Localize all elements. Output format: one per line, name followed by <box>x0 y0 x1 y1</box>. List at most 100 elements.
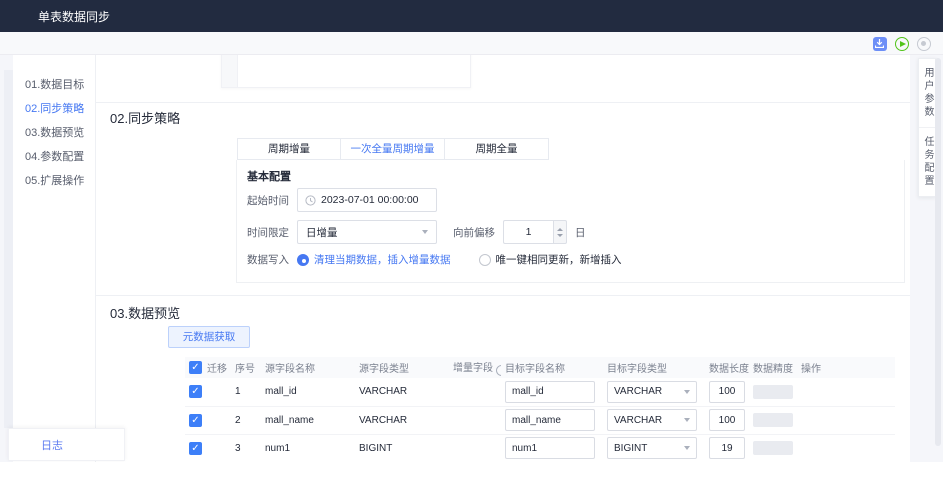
row-checkbox[interactable]: ✓ <box>189 414 202 427</box>
header-src-type: 源字段类型 <box>355 357 449 378</box>
cell-inc-field <box>449 406 501 434</box>
preview-section-heading: 03.数据预览 <box>110 303 180 322</box>
offset-unit: 日 <box>575 225 586 240</box>
page-title: 单表数据同步 <box>38 8 110 25</box>
right-panel-tabs: 用户参数 任务配置 <box>918 58 936 197</box>
save-icon[interactable] <box>872 36 887 51</box>
cell-src-type: VARCHAR <box>355 378 449 406</box>
header-length: 数据长度 <box>705 357 749 378</box>
cell-src-type: BIGINT <box>355 434 449 462</box>
header-dst-name: 目标字段名称 <box>501 357 603 378</box>
collapsed-panel-strip[interactable] <box>4 70 13 428</box>
stepper-down-icon[interactable] <box>557 234 563 237</box>
tab-task-config[interactable]: 任务配置 <box>919 127 935 196</box>
divider <box>96 102 910 103</box>
dst-type-select[interactable]: VARCHAR <box>607 409 697 431</box>
table-row: ✓ 1 mall_id VARCHAR VARCHAR <box>185 378 895 406</box>
write-mode-label: 数据写入 <box>243 252 289 267</box>
clock-icon <box>305 195 316 206</box>
header-action: 操作 <box>797 357 895 378</box>
stop-icon <box>916 36 931 51</box>
sidebar-item-param-config[interactable]: 04.参数配置 <box>25 145 95 169</box>
length-input[interactable] <box>709 381 745 403</box>
dst-name-input[interactable] <box>505 409 595 431</box>
header-precision: 数据精度 <box>749 357 797 378</box>
cell-action <box>797 406 895 434</box>
sidebar-item-sync-strategy[interactable]: 02.同步策略 <box>25 97 95 121</box>
title-bar: 单表数据同步 <box>0 0 943 32</box>
log-tab-label: 日志 <box>41 437 63 453</box>
chevron-down-icon <box>684 418 690 422</box>
start-time-value: 2023-07-01 00:00:00 <box>321 194 419 206</box>
cell-no: 3 <box>231 434 261 462</box>
scrolled-editor-box[interactable] <box>221 55 471 88</box>
select-all-checkbox[interactable]: ✓ <box>189 361 202 374</box>
info-icon[interactable]: i <box>496 365 501 376</box>
basic-config-panel: 基本配置 起始时间 2023-07-01 00:00:00 时间限定 日增量 向… <box>236 160 905 283</box>
table-row: ✓ 2 mall_name VARCHAR VARCHAR <box>185 406 895 434</box>
sync-mode-tabs: 周期增量 一次全量周期增量 周期全量 <box>237 138 549 160</box>
log-tab[interactable]: 日志 <box>8 428 125 461</box>
step-sidebar: 01.数据目标 02.同步策略 03.数据预览 04.参数配置 05.扩展操作 <box>13 55 96 462</box>
row-checkbox[interactable]: ✓ <box>189 442 202 455</box>
offset-input[interactable] <box>503 220 553 244</box>
precision-disabled-field <box>753 413 793 427</box>
dst-type-select[interactable]: VARCHAR <box>607 381 697 403</box>
header-no: 序号 <box>231 357 261 378</box>
bottom-spacer <box>0 462 943 478</box>
cell-no: 1 <box>231 378 261 406</box>
table-row: ✓ 3 num1 BIGINT BIGINT <box>185 434 895 462</box>
sidebar-item-extended-ops[interactable]: 05.扩展操作 <box>25 169 95 193</box>
cell-action <box>797 434 895 462</box>
editor-gutter <box>222 55 238 87</box>
header-dst-type: 目标字段类型 <box>603 357 705 378</box>
divider <box>96 295 910 296</box>
offset-label: 向前偏移 <box>453 225 495 240</box>
cell-no: 2 <box>231 406 261 434</box>
run-icon[interactable] <box>894 36 909 51</box>
dst-type-select[interactable]: BIGINT <box>607 437 697 459</box>
granularity-label: 时间限定 <box>243 225 289 240</box>
precision-disabled-field <box>753 385 793 399</box>
length-input[interactable] <box>709 409 745 431</box>
chevron-down-icon <box>684 390 690 394</box>
cell-src-type: VARCHAR <box>355 406 449 434</box>
radio-upsert-label[interactable]: 唯一键相同更新，新增插入 <box>496 252 622 267</box>
cell-action <box>797 378 895 406</box>
tab-periodic-increment[interactable]: 周期增量 <box>237 138 341 160</box>
dst-name-input[interactable] <box>505 437 595 459</box>
tab-user-params[interactable]: 用户参数 <box>919 59 935 127</box>
row-checkbox[interactable]: ✓ <box>189 385 202 398</box>
tab-periodic-full[interactable]: 周期全量 <box>445 138 549 160</box>
start-time-label: 起始时间 <box>243 193 289 208</box>
dst-name-input[interactable] <box>505 381 595 403</box>
header-inc-field: 增量字段i <box>449 357 501 378</box>
sidebar-item-data-target[interactable]: 01.数据目标 <box>25 73 95 97</box>
cell-src-name: num1 <box>261 434 355 462</box>
sidebar-item-data-preview[interactable]: 03.数据预览 <box>25 121 95 145</box>
field-mapping-table: ✓ 迁移 序号 源字段名称 源字段类型 增量字段i 目标字段名称 目标字段类型 … <box>185 357 895 462</box>
start-time-input[interactable]: 2023-07-01 00:00:00 <box>297 188 437 212</box>
metadata-fetch-button[interactable]: 元数据获取 <box>168 326 250 348</box>
radio-clean-insert-label[interactable]: 清理当期数据，插入增量数据 <box>314 252 451 267</box>
granularity-select[interactable]: 日增量 <box>297 220 437 244</box>
cell-inc-field <box>449 378 501 406</box>
chevron-down-icon <box>422 230 428 234</box>
radio-upsert[interactable] <box>479 254 491 266</box>
cell-src-name: mall_id <box>261 378 355 406</box>
basic-config-title: 基本配置 <box>247 168 291 184</box>
header-src-name: 源字段名称 <box>261 357 355 378</box>
vertical-scrollbar[interactable] <box>935 58 941 446</box>
cell-src-name: mall_name <box>261 406 355 434</box>
sync-section-heading: 02.同步策略 <box>110 108 180 127</box>
stepper-up-icon[interactable] <box>557 228 563 231</box>
table-header-row: ✓ 迁移 序号 源字段名称 源字段类型 增量字段i 目标字段名称 目标字段类型 … <box>185 357 895 378</box>
cell-inc-field <box>449 434 501 462</box>
tab-once-full-periodic-increment[interactable]: 一次全量周期增量 <box>341 138 445 160</box>
number-stepper[interactable] <box>553 220 567 244</box>
header-migrate: 迁移 <box>207 360 227 375</box>
length-input[interactable] <box>709 437 745 459</box>
precision-disabled-field <box>753 441 793 455</box>
radio-clean-insert[interactable] <box>297 254 309 266</box>
toolbar <box>0 32 943 55</box>
